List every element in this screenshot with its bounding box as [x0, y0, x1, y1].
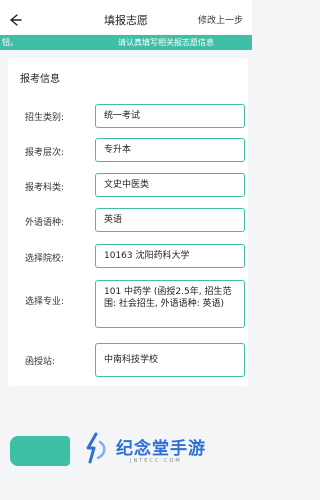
field-label-language: 外语语种:	[25, 218, 65, 228]
field-station[interactable]: 中南科技学校	[95, 343, 245, 377]
field-label-school: 选择院校:	[25, 254, 65, 264]
notice-text: 请认真填写相关报志愿信息	[118, 38, 214, 47]
field-label-station: 函授站:	[25, 357, 56, 367]
field-major[interactable]: 101 中药学 (函授2.5年, 招生范围: 社会招生, 外语语种: 英语)	[95, 280, 245, 328]
brand-logo-icon	[86, 432, 106, 464]
field-language[interactable]: 英语	[95, 208, 245, 232]
status-bar	[0, 0, 252, 8]
watermark-site: JNTECC.COM	[130, 458, 182, 464]
field-enrollment-type[interactable]: 统一考试	[95, 104, 245, 128]
field-label-enrollment-type: 招生类别:	[25, 113, 65, 123]
field-label-subject: 报考科类:	[25, 183, 65, 193]
field-subject[interactable]: 文史中医类	[95, 173, 245, 197]
notice-marquee: 钮。 请认真填写相关报志愿信息	[0, 35, 252, 50]
edit-previous-step-button[interactable]: 修改上一步	[198, 13, 252, 26]
watermark-brand: 纪念堂手游	[116, 439, 206, 459]
field-school[interactable]: 10163 沈阳药科大学	[95, 244, 245, 268]
field-level[interactable]: 专升本	[95, 138, 245, 162]
top-nav-bar: 填报志愿 修改上一步	[0, 8, 252, 34]
application-info-card: 报考信息 招生类别: 统一考试 报考层次: 专升本 报考科类: 文史中医类 外语…	[8, 58, 248, 386]
field-label-level: 报考层次:	[25, 148, 65, 158]
notice-text-fragment: 钮。	[2, 38, 18, 47]
watermark-logo: 纪念堂手游 JNTECC.COM	[78, 428, 250, 472]
bottom-action-button[interactable]	[10, 436, 70, 466]
field-label-major: 选择专业:	[25, 297, 65, 307]
section-title: 报考信息	[20, 74, 60, 85]
